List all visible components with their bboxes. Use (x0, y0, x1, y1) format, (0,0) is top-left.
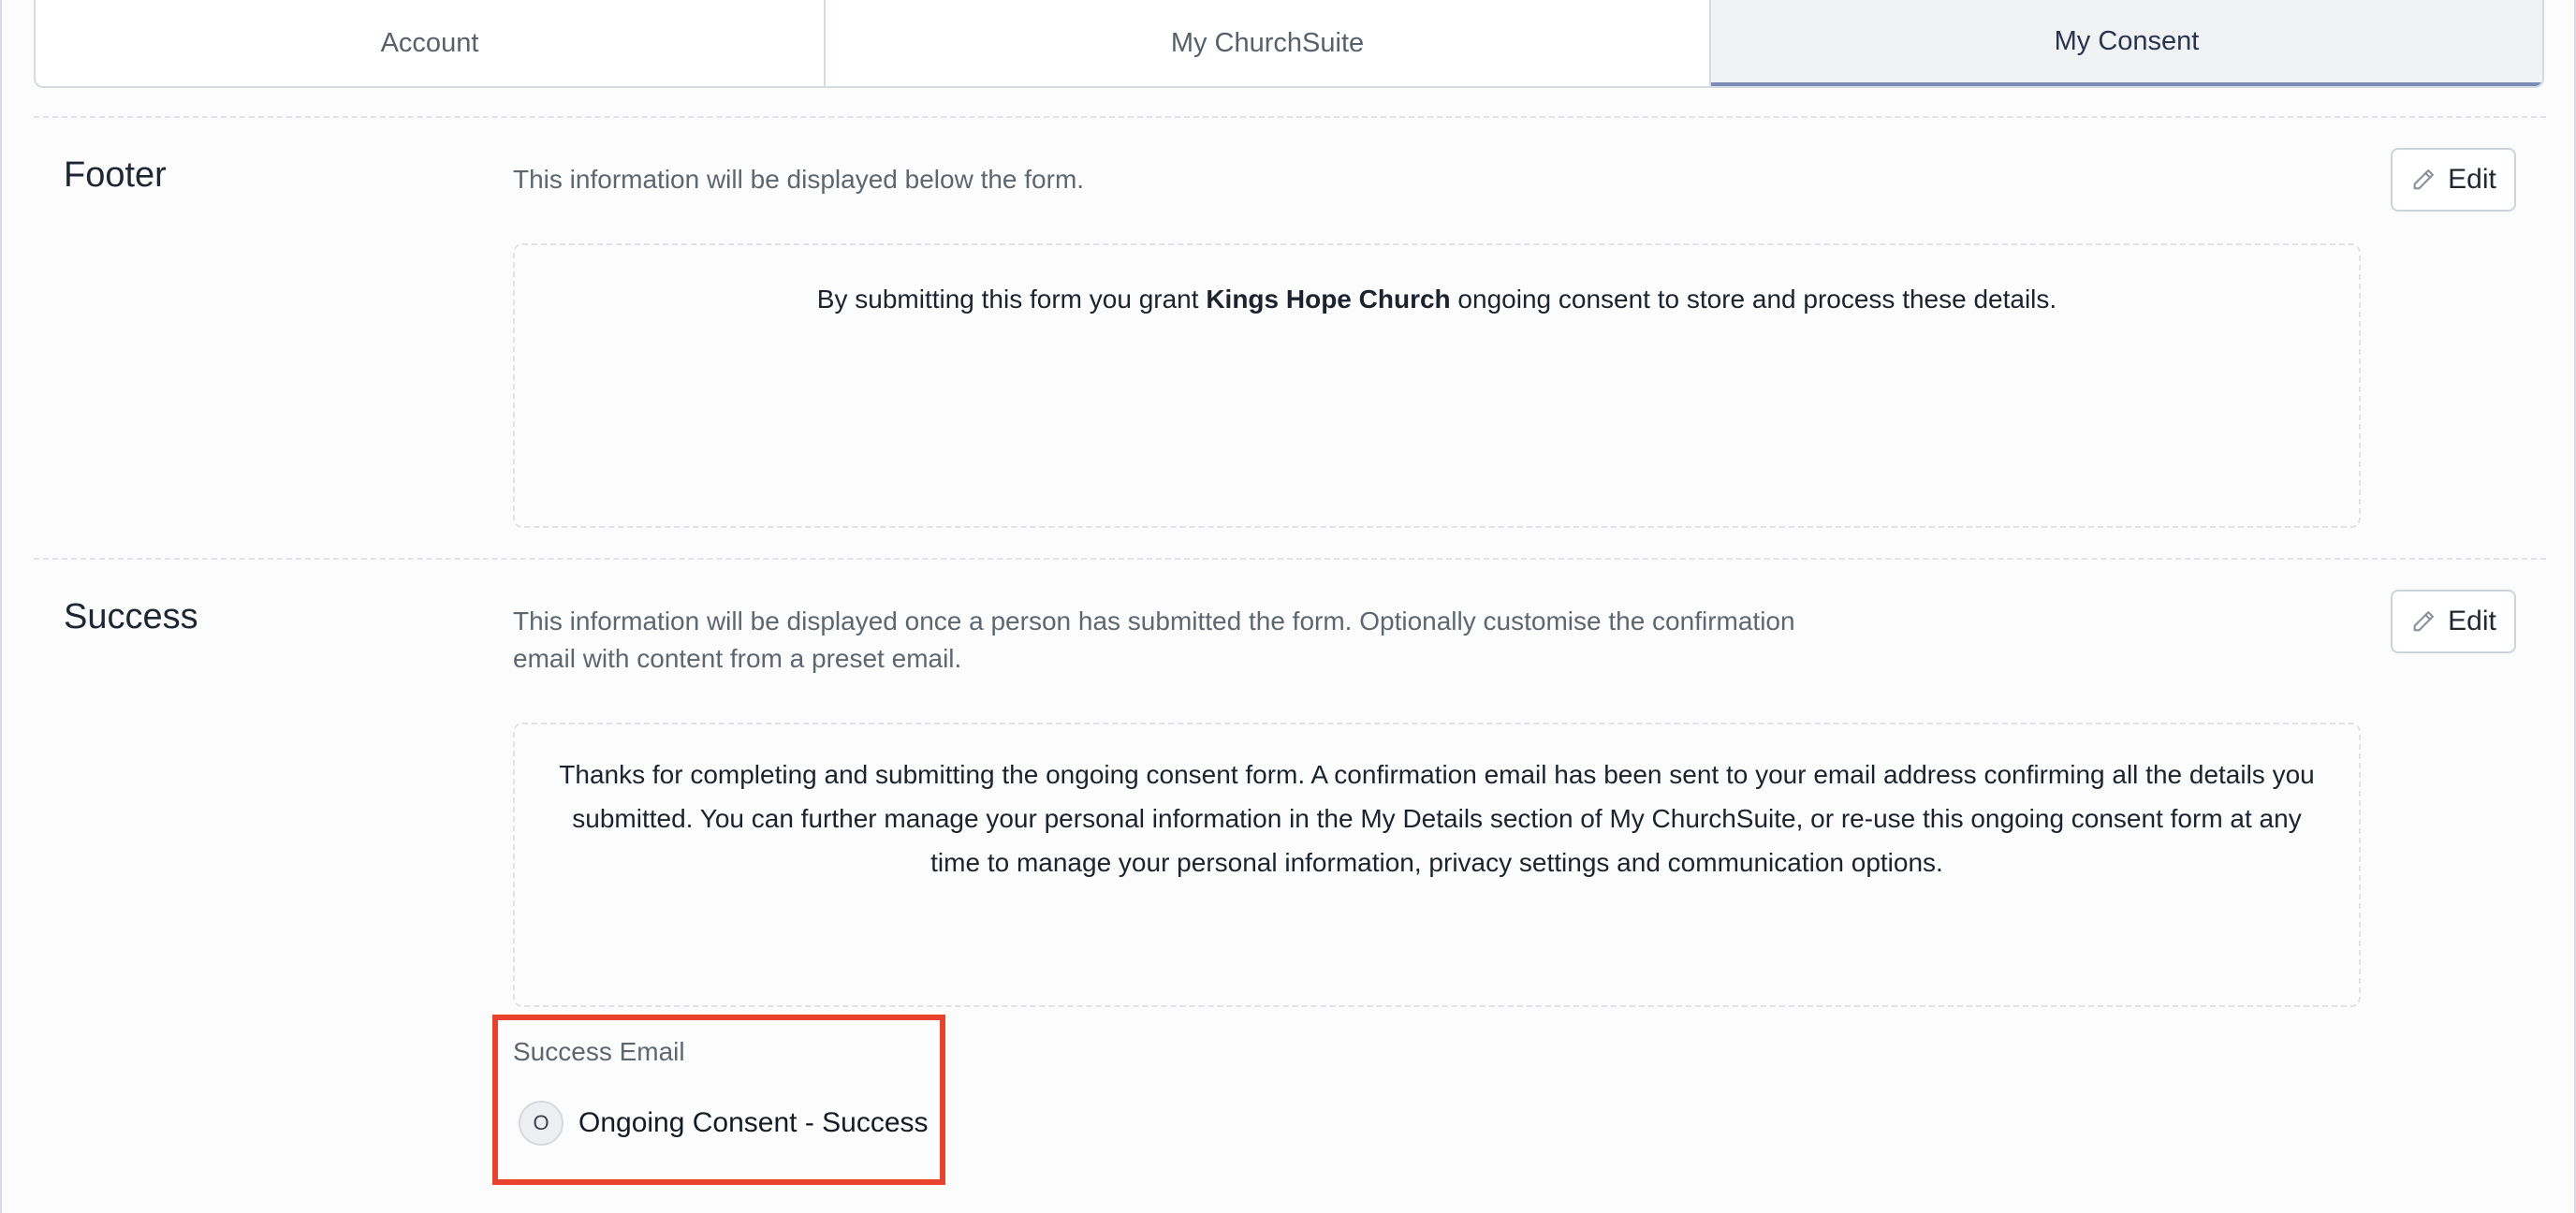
success-edit-button[interactable]: Edit (2391, 590, 2516, 653)
success-email-label: Success Email (513, 1037, 685, 1066)
footer-section-title: Footer (64, 155, 167, 195)
email-avatar: O (519, 1101, 564, 1146)
footer-edit-label: Edit (2448, 164, 2496, 195)
section-divider (34, 116, 2546, 118)
success-content-line-2: submitted. You can further manage your p… (572, 804, 2302, 833)
footer-content-church: Kings Hope Church (1206, 285, 1451, 314)
success-description-line-1: This information will be displayed once … (513, 606, 1795, 636)
success-section-title: Success (64, 597, 198, 636)
tab-bar: Account My ChurchSuite My Consent (34, 0, 2544, 88)
success-content-line-1: Thanks for completing and submitting the… (559, 760, 2315, 789)
section-divider (34, 558, 2546, 560)
success-description-line-2: email with content from a preset email. (513, 644, 962, 673)
success-email-item[interactable]: O Ongoing Consent - Success (519, 1101, 929, 1146)
footer-content-suffix: ongoing consent to store and process the… (1450, 285, 2057, 314)
tab-my-churchsuite[interactable]: My ChurchSuite (826, 0, 1711, 86)
tab-account[interactable]: Account (36, 0, 826, 86)
success-edit-label: Edit (2448, 606, 2496, 636)
footer-edit-button[interactable]: Edit (2391, 148, 2516, 212)
pencil-icon (2413, 169, 2435, 190)
success-description: This information will be displayed once … (513, 603, 1917, 678)
success-email-name: Ongoing Consent - Success (578, 1107, 929, 1138)
footer-content-prefix: By submitting this form you grant (816, 285, 1207, 314)
success-content-line-3: time to manage your personal information… (930, 848, 1943, 877)
tab-my-consent[interactable]: My Consent (1711, 0, 2542, 86)
page-frame: Account My ChurchSuite My Consent Footer… (0, 0, 2576, 1213)
pencil-icon (2413, 611, 2435, 632)
footer-description: This information will be displayed below… (513, 165, 1085, 194)
footer-content-box: By submitting this form you grant Kings … (513, 243, 2361, 528)
success-content-box: Thanks for completing and submitting the… (513, 723, 2361, 1007)
